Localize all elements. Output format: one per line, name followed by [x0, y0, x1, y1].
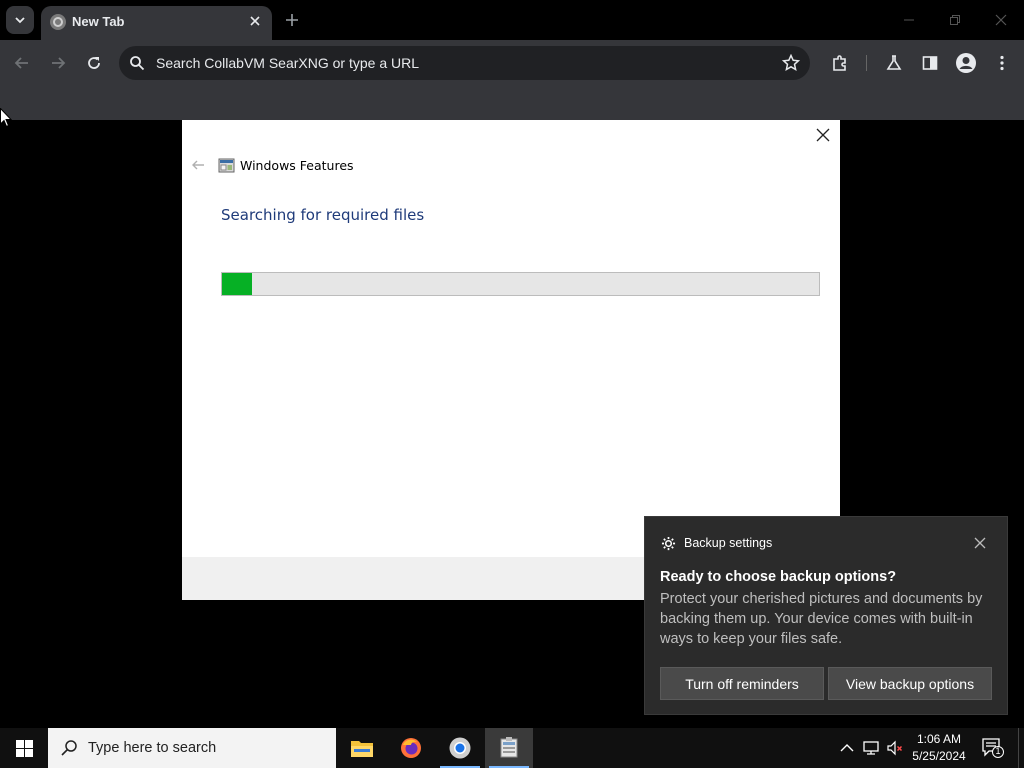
mouse-cursor-icon [0, 108, 12, 128]
clock-date: 5/25/2024 [912, 749, 966, 763]
notification-center-button[interactable]: 1 [982, 738, 1004, 758]
windows-features-icon [500, 737, 518, 758]
reload-icon [88, 57, 100, 69]
taskbar-search-placeholder[interactable]: Type here to search [88, 740, 216, 756]
plus-icon [286, 14, 298, 26]
arrow-right-icon [52, 57, 66, 69]
browser-toolbar: Search CollabVM SearXNG or type a URL [0, 40, 1024, 86]
globe-icon [50, 14, 66, 30]
labs-button[interactable] [882, 51, 906, 75]
flask-icon [886, 55, 902, 70]
chrome-icon [449, 737, 471, 759]
progress-bar [221, 272, 820, 296]
side-panel-button[interactable] [918, 51, 942, 75]
backup-notification-toast: Backup settings Ready to choose backup o… [644, 516, 1008, 715]
close-window-button[interactable] [986, 6, 1016, 34]
firefox-icon [401, 738, 421, 758]
puzzle-icon [833, 55, 846, 71]
tab-close-button[interactable] [246, 12, 264, 30]
restore-icon [950, 15, 960, 25]
browser-tabstrip: New Tab [0, 0, 1024, 40]
back-button[interactable] [10, 51, 34, 75]
turn-off-reminders-button[interactable]: Turn off reminders [660, 667, 824, 700]
close-icon[interactable] [814, 126, 832, 144]
clock-time: 1:06 AM [916, 732, 962, 746]
back-arrow-icon[interactable] [191, 158, 205, 172]
network-icon[interactable] [862, 739, 880, 757]
arrow-left-icon [14, 57, 28, 69]
menu-button[interactable] [990, 51, 1014, 75]
firefox-taskbar-button[interactable] [387, 728, 435, 768]
toast-app-name: Backup settings [684, 536, 773, 550]
extensions-button[interactable] [828, 51, 852, 75]
gear-icon [661, 536, 676, 551]
volume-muted-icon[interactable] [886, 739, 904, 757]
omnibox[interactable]: Search CollabVM SearXNG or type a URL [119, 46, 810, 80]
chevron-up-icon[interactable] [838, 739, 856, 757]
taskbar: Type here to search 1:06 AM 5/25/2024 1 [0, 728, 1024, 768]
browser-tab[interactable]: New Tab [41, 6, 272, 40]
show-desktop-button[interactable] [1018, 728, 1024, 768]
search-icon [130, 56, 145, 71]
tab-title: New Tab [72, 14, 125, 29]
toolbar-separator [866, 55, 867, 71]
file-explorer-taskbar-button[interactable] [338, 728, 386, 768]
minimize-button[interactable] [894, 6, 924, 34]
minimize-icon [904, 19, 914, 21]
chevron-down-icon [15, 17, 25, 24]
toast-title: Ready to choose backup options? [660, 569, 897, 585]
windows-logo-icon [15, 739, 33, 757]
omnibox-placeholder[interactable]: Search CollabVM SearXNG or type a URL [156, 55, 419, 71]
system-clock[interactable]: 1:06 AM 5/25/2024 [906, 731, 972, 765]
restore-button[interactable] [940, 6, 970, 34]
bookmark-star-icon[interactable] [782, 54, 800, 72]
close-icon[interactable] [973, 536, 987, 550]
windows-features-taskbar-button[interactable] [485, 728, 533, 768]
close-icon [250, 16, 260, 26]
close-icon [995, 14, 1007, 26]
dialog-heading: Searching for required files [221, 206, 425, 224]
view-backup-options-button[interactable]: View backup options [828, 667, 992, 700]
chrome-taskbar-button[interactable] [436, 728, 484, 768]
search-icon [61, 740, 77, 756]
side-panel-icon [922, 56, 938, 70]
profile-button[interactable] [954, 51, 978, 75]
toast-body: Protect your cherished pictures and docu… [660, 591, 983, 647]
more-vert-icon [1000, 55, 1004, 71]
dialog-title: Windows Features [240, 158, 354, 173]
windows-features-icon [218, 158, 235, 173]
notification-count-badge: 1 [995, 746, 1001, 756]
profile-avatar-icon [956, 53, 976, 73]
new-tab-button[interactable] [280, 8, 304, 32]
progress-fill [222, 273, 252, 295]
bookmarks-bar [0, 86, 1024, 120]
folder-icon [351, 741, 373, 757]
forward-button[interactable] [46, 51, 70, 75]
taskbar-search-box[interactable]: Type here to search [48, 728, 336, 768]
tab-search-button[interactable] [6, 6, 34, 34]
reload-button[interactable] [82, 51, 106, 75]
start-button[interactable] [0, 728, 48, 768]
